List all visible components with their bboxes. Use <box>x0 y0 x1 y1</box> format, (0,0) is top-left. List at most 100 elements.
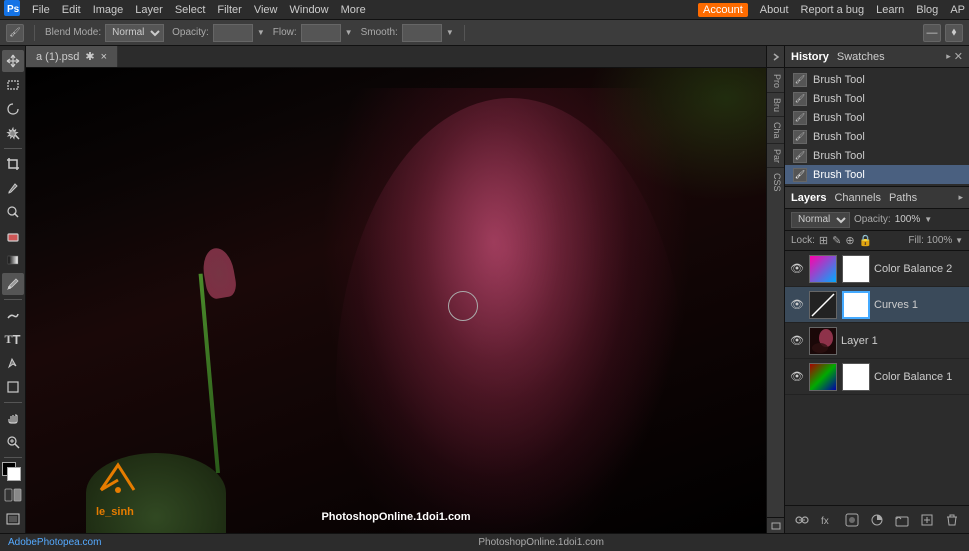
opacity-input[interactable]: 100% <box>213 24 253 42</box>
flow-arrow[interactable]: ▼ <box>345 28 353 37</box>
layer-item-3[interactable]: 👁 Color Balance 1 <box>785 359 969 395</box>
menu-more[interactable]: More <box>341 4 366 16</box>
tool-clone[interactable] <box>2 201 24 223</box>
toolbar-icon-2[interactable]: ⬧ <box>945 24 963 42</box>
smooth-arrow[interactable]: ▼ <box>446 28 454 37</box>
tab-swatches[interactable]: Swatches <box>837 51 885 63</box>
menu-about[interactable]: About <box>760 4 789 16</box>
lock-position[interactable]: ⊕ <box>845 234 854 247</box>
history-panel-header: History Swatches ▸ ✕ <box>785 46 969 68</box>
side-tab-bru[interactable]: Bru <box>767 94 784 117</box>
tool-shape[interactable] <box>2 376 24 398</box>
toolbar-icon-1[interactable]: — <box>923 24 941 42</box>
menu-adobe[interactable]: Ps <box>4 0 20 19</box>
tool-path-select[interactable] <box>2 352 24 374</box>
menu-window[interactable]: Window <box>290 4 329 16</box>
menu-image[interactable]: Image <box>93 4 124 16</box>
canvas-wrapper[interactable]: le_sinh PhotoshopOnline.1doi1.com <box>26 68 766 533</box>
tool-move[interactable] <box>2 50 24 72</box>
tool-lasso[interactable] <box>2 98 24 120</box>
tool-smudge[interactable] <box>2 304 24 326</box>
tool-select-rect[interactable] <box>2 74 24 96</box>
tool-zoom[interactable] <box>2 431 24 453</box>
layer-item-1[interactable]: 👁 Curves 1 <box>785 287 969 323</box>
tab-bar: a (1).psd ✱ × <box>26 46 766 68</box>
layer-link-button[interactable] <box>793 511 811 529</box>
blend-mode-select[interactable]: Normal <box>105 24 164 42</box>
side-tab-css[interactable]: CSS <box>767 169 784 196</box>
brush-tool-icon[interactable]: 🖌 <box>6 24 24 42</box>
tools-divider-3 <box>4 402 22 403</box>
right-panel-small-icon[interactable] <box>767 517 784 533</box>
menu-select[interactable]: Select <box>175 4 206 16</box>
layer-delete-button[interactable] <box>943 511 961 529</box>
menu-view[interactable]: View <box>254 4 278 16</box>
menu-layer[interactable]: Layer <box>135 4 163 16</box>
layer-item-0[interactable]: 👁 Color Balance 2 <box>785 251 969 287</box>
tool-screen-mode[interactable] <box>2 508 24 530</box>
layer-mask-3 <box>842 363 870 391</box>
tool-crop[interactable] <box>2 153 24 175</box>
layer-adjust-button[interactable] <box>868 511 886 529</box>
menu-learn[interactable]: Learn <box>876 4 904 16</box>
tools-divider-1 <box>4 148 22 149</box>
history-item-icon-5: 🖌 <box>793 168 807 182</box>
tool-brush[interactable] <box>2 273 24 295</box>
tab-close[interactable]: × <box>101 51 107 63</box>
tool-hand[interactable] <box>2 407 24 429</box>
opacity-arrow[interactable]: ▼ <box>257 28 265 37</box>
lock-checkerboard[interactable]: ⊞ <box>819 234 828 247</box>
history-panel-arrow[interactable]: ▸ <box>946 51 951 62</box>
menu-edit[interactable]: Edit <box>62 4 81 16</box>
tab-layers[interactable]: Layers <box>791 192 826 204</box>
lock-all[interactable]: 🔒 <box>859 234 873 247</box>
lock-brush[interactable]: ✎ <box>832 234 841 247</box>
layers-panel-arrow[interactable]: ▸ <box>958 192 963 203</box>
history-item-0[interactable]: 🖌 Brush Tool <box>785 70 969 89</box>
tool-pen[interactable] <box>2 177 24 199</box>
layer-new-button[interactable] <box>918 511 936 529</box>
tab-history[interactable]: History <box>791 51 829 63</box>
smooth-input[interactable]: 0% <box>402 24 442 42</box>
layer-visibility-1[interactable]: 👁 <box>789 297 805 313</box>
menu-ap[interactable]: AP <box>950 4 965 16</box>
tool-magic-wand[interactable] <box>2 122 24 144</box>
tool-quickmask[interactable] <box>2 484 24 506</box>
history-item-4[interactable]: 🖌 Brush Tool <box>785 146 969 165</box>
history-item-1[interactable]: 🖌 Brush Tool <box>785 89 969 108</box>
layer-blend-mode[interactable]: Normal <box>791 212 850 228</box>
tool-text[interactable]: T T <box>2 328 24 350</box>
side-tab-pro[interactable]: Pro <box>767 70 784 93</box>
canvas-tab[interactable]: a (1).psd ✱ × <box>26 46 118 67</box>
tool-gradient[interactable] <box>2 249 24 271</box>
tab-paths[interactable]: Paths <box>889 192 917 204</box>
tab-channels[interactable]: Channels <box>834 192 880 204</box>
menu-report[interactable]: Report a bug <box>801 4 865 16</box>
layer-visibility-2[interactable]: 👁 <box>789 333 805 349</box>
menu-account[interactable]: Account <box>698 3 748 17</box>
side-tab-par[interactable]: Par <box>767 145 784 168</box>
history-panel-close[interactable]: ✕ <box>954 50 963 63</box>
layer-fx-button[interactable]: fx <box>818 511 836 529</box>
layer-visibility-3[interactable]: 👁 <box>789 369 805 385</box>
right-collapse-tabs: Pro Bru Cha Par CSS <box>766 46 784 533</box>
history-item-5[interactable]: 🖌 Brush Tool <box>785 165 969 184</box>
fg-bg-colors[interactable] <box>2 462 24 482</box>
fill-dropdown[interactable]: ▼ <box>955 236 963 245</box>
options-toolbar: 🖌 Blend Mode: Normal Opacity: 100% ▼ Flo… <box>0 20 969 46</box>
layer-mask-button[interactable] <box>843 511 861 529</box>
side-tab-cha[interactable]: Cha <box>767 118 784 144</box>
menu-file[interactable]: File <box>32 4 50 16</box>
history-item-3[interactable]: 🖌 Brush Tool <box>785 127 969 146</box>
layer-group-button[interactable] <box>893 511 911 529</box>
layer-visibility-0[interactable]: 👁 <box>789 261 805 277</box>
menu-filter[interactable]: Filter <box>217 4 241 16</box>
history-item-2[interactable]: 🖌 Brush Tool <box>785 108 969 127</box>
opacity-dropdown[interactable]: ▼ <box>924 215 932 224</box>
side-tabs-container: Pro Bru Cha Par CSS <box>767 68 784 517</box>
menu-blog[interactable]: Blog <box>916 4 938 16</box>
flow-input[interactable]: 25% <box>301 24 341 42</box>
right-panel-toggle[interactable] <box>767 46 784 68</box>
tool-eraser[interactable] <box>2 225 24 247</box>
layer-item-2[interactable]: 👁 Layer 1 <box>785 323 969 359</box>
